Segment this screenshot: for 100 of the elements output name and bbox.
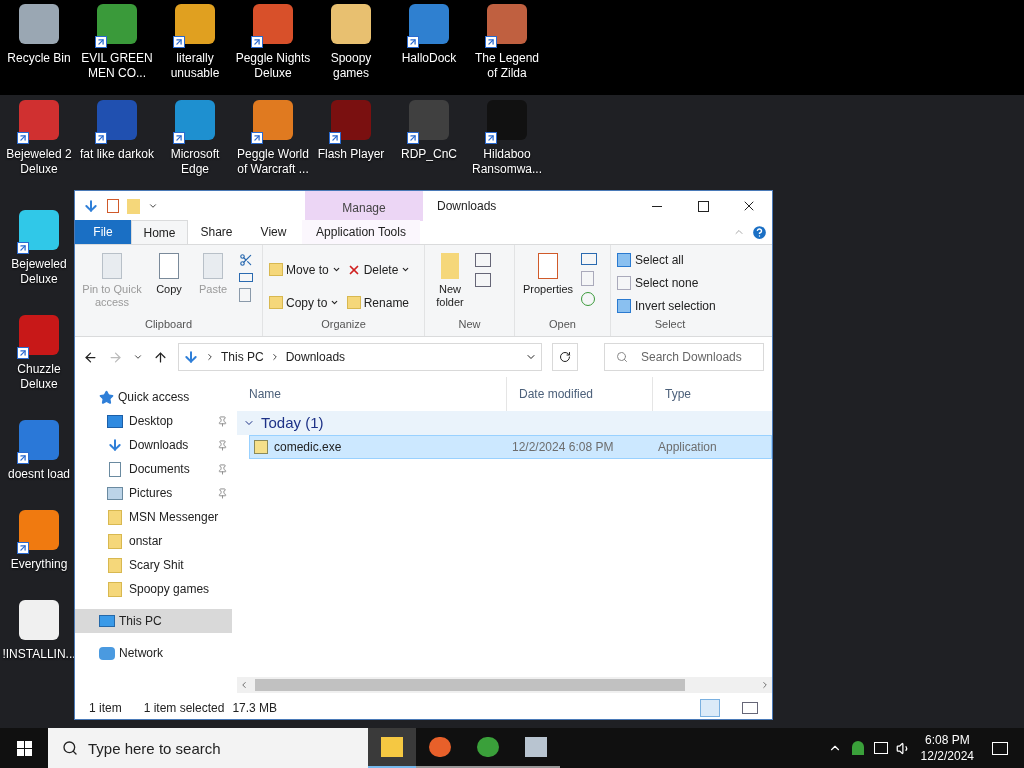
ribbon-button[interactable]: Select none: [617, 274, 729, 292]
breadcrumb-separator-icon: [205, 352, 215, 362]
nav-item[interactable]: Documents: [75, 457, 232, 481]
nav-item[interactable]: Desktop: [75, 409, 232, 433]
nav-item[interactable]: Spoopy games: [75, 577, 232, 601]
ribbon-button[interactable]: Invert selection: [617, 297, 729, 315]
icon-label[interactable]: Hildaboo Ransomwa...: [468, 147, 546, 177]
app-icon[interactable]: [19, 315, 59, 355]
type-cell-text: Application: [657, 439, 717, 456]
status-text: 1 item selected: [143, 700, 225, 717]
app-icon[interactable]: [97, 100, 137, 140]
refresh-icon: [559, 351, 571, 363]
group-label: Select: [653, 316, 687, 332]
nav-item[interactable]: Pictures: [75, 481, 232, 505]
nav-item[interactable]: Quick access: [75, 385, 232, 409]
icon-label[interactable]: Everything: [9, 557, 69, 572]
horizontal-scrollbar[interactable]: [237, 677, 772, 693]
breadcrumb[interactable]: Downloads: [285, 348, 346, 366]
nav-item[interactable]: MSN Messenger: [75, 505, 232, 529]
group-label: New: [457, 316, 482, 332]
status-text: 1 item: [89, 700, 122, 717]
group-label: Open: [548, 316, 577, 332]
dropdown-caret-icon[interactable]: [148, 201, 158, 211]
scissors-icon[interactable]: [239, 253, 253, 267]
nav-item[interactable]: Scary Shit: [75, 553, 232, 577]
status-text: 17.3 MB: [232, 700, 278, 717]
ribbon-button[interactable]: Select all: [617, 251, 729, 269]
star-icon: [99, 389, 114, 405]
context-tab-header: Manage: [305, 191, 423, 221]
app-icon[interactable]: [487, 4, 527, 44]
scroll-left-icon: [239, 680, 249, 690]
group-header[interactable]: Today (1): [237, 411, 772, 435]
app-icon[interactable]: [19, 420, 59, 460]
icon-label[interactable]: Microsoft Edge: [156, 147, 234, 177]
clock-time[interactable]: 6:08 PM: [924, 732, 970, 748]
icon-label[interactable]: literally unusable: [156, 51, 234, 81]
taskbar-search-field[interactable]: Type here to search: [48, 728, 368, 768]
search-field[interactable]: Search Downloads: [604, 343, 764, 371]
ribbon-button[interactable]: Copy to: [269, 290, 341, 316]
icon-label[interactable]: RDP_CnC: [400, 147, 458, 162]
clock-date[interactable]: 12/2/2024: [920, 748, 974, 764]
icon-label[interactable]: Peggle World of Warcraft ...: [234, 147, 312, 177]
taskbar-app-button[interactable]: [368, 728, 416, 768]
app-icon[interactable]: [331, 100, 371, 140]
nav-item[interactable]: Downloads: [75, 433, 232, 457]
ribbon-button[interactable]: Delete: [346, 257, 411, 283]
icon-label[interactable]: Bejeweled Deluxe: [0, 257, 78, 287]
folder-icon: [108, 533, 122, 549]
icon-label[interactable]: fat like darkok: [78, 147, 155, 162]
app-icon[interactable]: [487, 100, 527, 140]
app-icon[interactable]: [409, 4, 449, 44]
people-icon[interactable]: [851, 741, 864, 755]
download-arrow-icon: [183, 349, 199, 365]
group-label: Clipboard: [143, 316, 194, 332]
ribbon-tab[interactable]: View: [245, 220, 302, 244]
ribbon-button[interactable]: Move to: [269, 257, 341, 283]
nav-item[interactable]: Network: [75, 641, 232, 665]
icon-label[interactable]: EVIL GREEN MEN CO...: [78, 51, 156, 81]
icon-label[interactable]: Flash Player: [316, 147, 386, 162]
address-bar[interactable]: This PC Downloads: [178, 343, 542, 371]
icon-label[interactable]: Peggle Nights Deluxe: [234, 51, 312, 81]
icon-label[interactable]: !INSTALLIN...: [1, 647, 77, 662]
icon-label[interactable]: Chuzzle Deluxe: [0, 362, 78, 392]
date-cell-text: 12/2/2024 6:08 PM: [511, 439, 615, 456]
ribbon-tab[interactable]: Application Tools: [302, 220, 420, 244]
nav-item[interactable]: onstar: [75, 529, 232, 553]
app-icon[interactable]: [409, 100, 449, 140]
ribbon-button[interactable]: Rename: [346, 290, 411, 316]
window-title: Downloads: [437, 198, 498, 215]
breadcrumb[interactable]: This PC: [221, 348, 264, 366]
icon-label[interactable]: doesnt load: [6, 467, 72, 482]
ribbon-tab[interactable]: File: [75, 220, 131, 244]
search-icon: [62, 740, 78, 756]
nav-item[interactable]: This PC: [75, 609, 232, 633]
recent-caret-icon[interactable]: [133, 352, 143, 362]
ribbon-tab[interactable]: Share: [188, 220, 245, 244]
folder-icon: [108, 509, 122, 525]
icon-label[interactable]: Spoopy games: [312, 51, 390, 81]
download-arrow-icon: [107, 437, 123, 453]
ribbon-button[interactable]: Copy: [149, 253, 189, 296]
app-icon[interactable]: [253, 4, 293, 44]
icon-label[interactable]: HalloDock: [400, 51, 458, 66]
icon-label[interactable]: Bejeweled 2 Deluxe: [0, 147, 78, 177]
column-header[interactable]: Type: [653, 377, 703, 411]
computer-icon: [99, 615, 115, 627]
file-row[interactable]: comedic.exe 12/2/2024 6:08 PM Application: [249, 435, 772, 459]
refresh-button[interactable]: [552, 343, 578, 371]
icon-label[interactable]: The Legend of Zilda: [468, 51, 546, 81]
properties-button[interactable]: Properties: [521, 253, 575, 316]
ribbon-tab[interactable]: Home: [131, 220, 188, 244]
new-folder-button[interactable]: New folder: [433, 253, 467, 316]
file-name: comedic.exe: [274, 439, 342, 456]
help-icon[interactable]: [751, 224, 768, 241]
app-icon[interactable]: [19, 100, 59, 140]
desktop-icon: [107, 414, 123, 428]
app-icon[interactable]: [97, 4, 137, 44]
group-label: Organize: [320, 316, 367, 332]
folder-icon: [108, 557, 122, 573]
scroll-right-icon: [760, 680, 770, 690]
icon-label[interactable]: Recycle Bin: [6, 51, 72, 66]
